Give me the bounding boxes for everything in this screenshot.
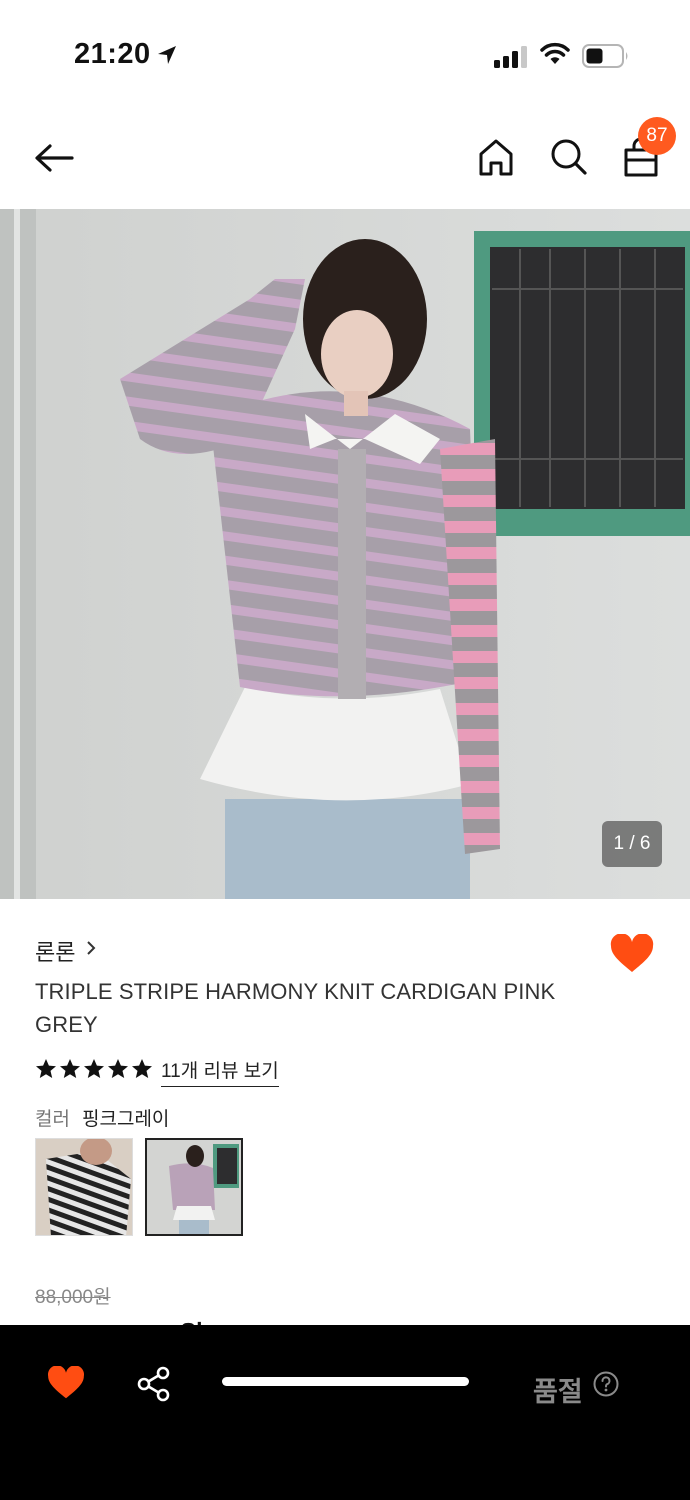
product-image-gallery[interactable]: 1 / 6: [0, 209, 690, 899]
home-icon[interactable]: [476, 136, 516, 178]
swatch-thumbnail: [36, 1139, 132, 1235]
product-title: TRIPLE STRIPE HARMONY KNIT CARDIGAN PINK…: [35, 979, 556, 1037]
brand-link[interactable]: 론론: [35, 935, 75, 967]
home-indicator[interactable]: [222, 1377, 469, 1386]
cellular-signal-icon: [494, 46, 527, 68]
swatch-thumbnail: [147, 1140, 241, 1234]
rating-stars: [35, 1058, 153, 1080]
wishlist-heart-icon[interactable]: [47, 1366, 85, 1400]
wifi-icon: [540, 42, 570, 64]
help-circle-icon[interactable]: [593, 1371, 619, 1397]
search-icon[interactable]: [548, 136, 588, 178]
color-value: 핑크그레이: [82, 1109, 170, 1130]
reviews-link[interactable]: 11개 리뷰 보기: [161, 1056, 279, 1087]
heart-icon[interactable]: [610, 934, 654, 974]
star-icon: [84, 1059, 104, 1078]
product-photo: [0, 209, 690, 899]
status-time: 21:20: [74, 38, 151, 70]
back-arrow-icon[interactable]: [30, 138, 78, 178]
location-arrow-icon: [158, 46, 176, 64]
cart-count-badge: 87: [638, 117, 676, 155]
color-swatch-option[interactable]: [35, 1138, 133, 1236]
share-icon[interactable]: [136, 1366, 172, 1402]
star-icon: [108, 1059, 128, 1078]
top-nav-bar: [0, 110, 690, 208]
star-icon: [132, 1059, 152, 1078]
sold-out-label: 품절: [533, 1377, 583, 1407]
bottom-action-bar: 품절: [0, 1325, 690, 1500]
status-bar: 21:20: [0, 0, 690, 110]
image-counter: 1 / 6: [602, 821, 662, 867]
star-icon: [36, 1059, 56, 1078]
chevron-right-icon: [87, 941, 96, 955]
battery-icon: [582, 44, 628, 68]
color-swatch-option-selected[interactable]: [145, 1138, 243, 1236]
color-label: 컬러: [35, 1109, 70, 1130]
original-price: 88,000원: [35, 1287, 111, 1308]
star-icon: [60, 1059, 80, 1078]
